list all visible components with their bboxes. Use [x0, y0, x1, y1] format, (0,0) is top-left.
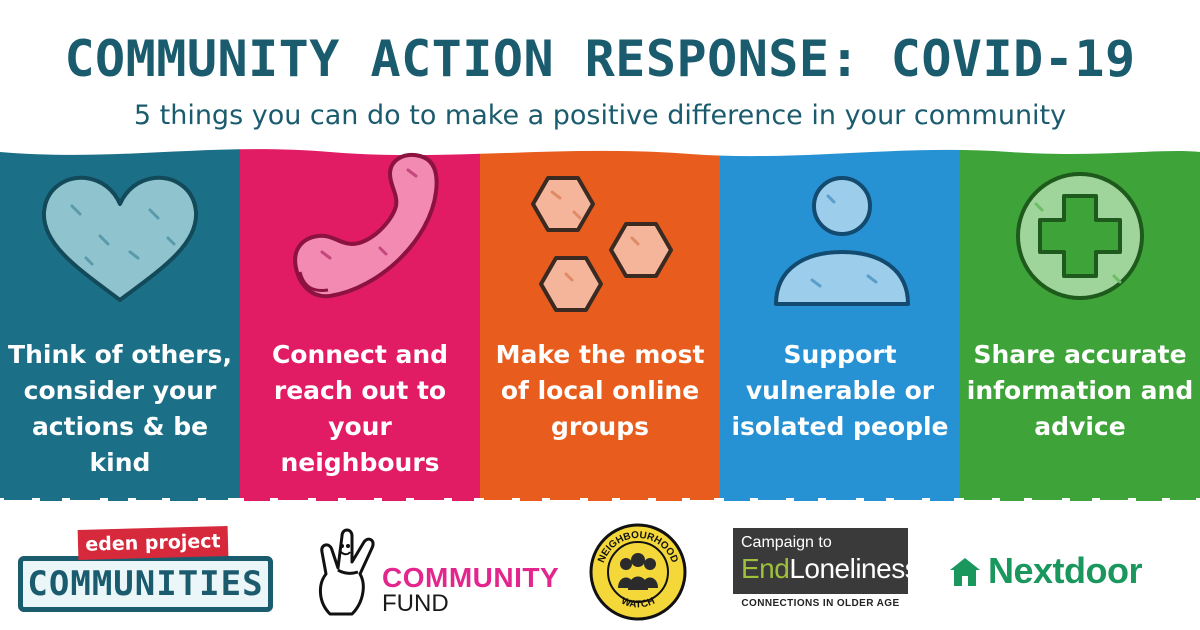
hexagons-icon	[531, 176, 673, 312]
panel-text: Make the most of local online groups	[495, 340, 705, 441]
eden-logo-bottom: COMMUNITIES	[18, 556, 273, 612]
panel-connect: Connect and reach out to your neighbours	[240, 140, 480, 512]
panel-be-kind: Think of others, consider your actions &…	[0, 140, 240, 512]
plus-icon	[1016, 172, 1144, 300]
campaign-to-end-loneliness-logo: Campaign to EndLoneliness CONNECTIONS IN…	[733, 528, 919, 616]
nextdoor-logo: Nextdoor	[948, 550, 1183, 596]
page-title: COMMUNITY ACTION RESPONSE: COVID-19	[64, 30, 1136, 88]
panel-text: Support vulnerable or isolated people	[731, 340, 949, 441]
panel-support: Support vulnerable or isolated people	[720, 140, 960, 512]
house-icon	[950, 558, 980, 586]
community-fund-logo: COMMUNITY FUND	[308, 522, 559, 622]
eden-logo-top: eden project	[77, 526, 229, 560]
panel-text: Connect and reach out to your neighbours	[271, 340, 449, 477]
panel-text: Think of others, consider your actions &…	[8, 340, 232, 477]
crossed-fingers-icon	[319, 528, 375, 616]
lottery-logo-bottom: FUND	[382, 590, 449, 617]
campaign-logo-loneliness: Loneliness	[789, 553, 919, 584]
panel-share: Share accurate information and advice	[960, 140, 1200, 512]
panel-online-groups: Make the most of local online groups	[480, 140, 720, 512]
person-icon	[774, 176, 910, 306]
neighbourhood-watch-logo: NEIGHBOURHOOD WATCH	[589, 523, 687, 621]
nextdoor-wordmark: Nextdoor	[988, 550, 1143, 591]
campaign-logo-end: End	[741, 553, 790, 584]
page-subtitle: 5 things you can do to make a positive d…	[133, 100, 1067, 131]
partner-logos: COMMUNITIES eden project COMMUNITY FUND …	[0, 516, 1200, 630]
campaign-logo-top: Campaign to	[741, 534, 832, 551]
eden-project-logo: COMMUNITIES eden project	[18, 526, 273, 614]
heart-icon	[41, 175, 199, 302]
header: COMMUNITY ACTION RESPONSE: COVID-19 5 th…	[0, 0, 1200, 160]
campaign-logo-mid: EndLoneliness	[741, 552, 919, 586]
actions-band: Think of others, consider your actions &…	[0, 140, 1200, 512]
phone-icon	[293, 153, 439, 299]
campaign-logo-tagline: CONNECTIONS IN OLDER AGE	[741, 598, 900, 609]
panel-text: Share accurate information and advice	[966, 340, 1194, 441]
campaign-logo-box: Campaign to EndLoneliness	[733, 528, 919, 594]
